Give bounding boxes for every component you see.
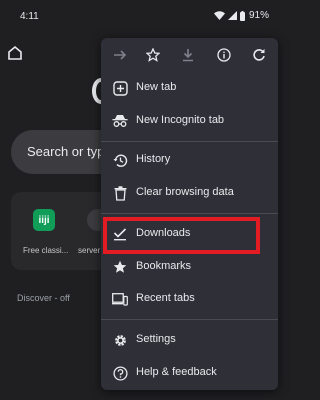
refresh-icon <box>253 49 265 61</box>
info-icon <box>217 48 231 62</box>
download-page-button[interactable] <box>178 45 198 65</box>
menu-item-label: Clear browsing data <box>136 186 234 198</box>
menu-item-recent-tabs[interactable]: Recent tabs <box>101 284 278 314</box>
home-button[interactable] <box>6 44 24 62</box>
menu-item-history[interactable]: History <box>101 145 278 175</box>
history-icon <box>111 151 129 169</box>
battery-icon <box>239 10 245 21</box>
shortcut-iiji-icon[interactable]: iiji <box>33 209 55 231</box>
menu-item-label: Bookmarks <box>136 260 192 272</box>
menu-item-label: New Incognito tab <box>136 114 225 126</box>
discover-status: Discover - off <box>17 293 70 303</box>
search-placeholder: Search or typ <box>27 144 105 159</box>
downloads-highlight-box <box>103 217 260 254</box>
menu-item-label: Help & feedback <box>136 366 217 378</box>
forward-button[interactable] <box>110 45 130 65</box>
status-bar: 4:11 91% <box>0 0 281 34</box>
battery-percent: 91% <box>248 10 269 21</box>
status-time: 4:11 <box>20 11 39 22</box>
home-icon <box>8 45 22 60</box>
shortcut-label: server <box>78 246 101 255</box>
menu-item-label: History <box>136 153 171 165</box>
overflow-menu: New tab New Incognito tab History Clear … <box>101 38 278 390</box>
forward-arrow-icon <box>114 50 127 60</box>
menu-divider <box>101 319 278 320</box>
refresh-button[interactable] <box>249 45 269 65</box>
menu-item-label: Recent tabs <box>136 292 195 304</box>
menu-item-bookmarks[interactable]: Bookmarks <box>101 252 278 282</box>
menu-divider <box>101 141 278 142</box>
page-info-button[interactable] <box>214 45 234 65</box>
menu-item-settings[interactable]: Settings <box>101 325 278 355</box>
star-outline-icon <box>146 48 160 62</box>
menu-item-label: Settings <box>136 333 176 345</box>
menu-item-new-tab[interactable]: New tab <box>101 73 278 103</box>
bookmark-star-button[interactable] <box>143 45 163 65</box>
menu-item-label: New tab <box>136 81 177 93</box>
menu-item-clear-browsing-data[interactable]: Clear browsing data <box>101 178 278 208</box>
shortcut-label: Free classi... <box>23 246 69 255</box>
plus-box-icon <box>111 79 129 97</box>
signal-icon <box>227 11 237 20</box>
devices-icon <box>111 290 129 308</box>
menu-item-new-incognito-tab[interactable]: New Incognito tab <box>101 106 278 136</box>
status-icons: 91% <box>213 10 269 21</box>
wifi-icon <box>213 11 225 20</box>
download-icon <box>183 49 193 62</box>
help-icon <box>111 364 129 382</box>
menu-divider <box>101 213 278 214</box>
menu-item-help-feedback[interactable]: Help & feedback <box>101 358 278 388</box>
incognito-icon <box>111 112 129 130</box>
trash-icon <box>111 184 129 202</box>
gear-icon <box>111 331 129 349</box>
menu-toolbar <box>101 38 278 72</box>
star-icon <box>111 258 129 276</box>
